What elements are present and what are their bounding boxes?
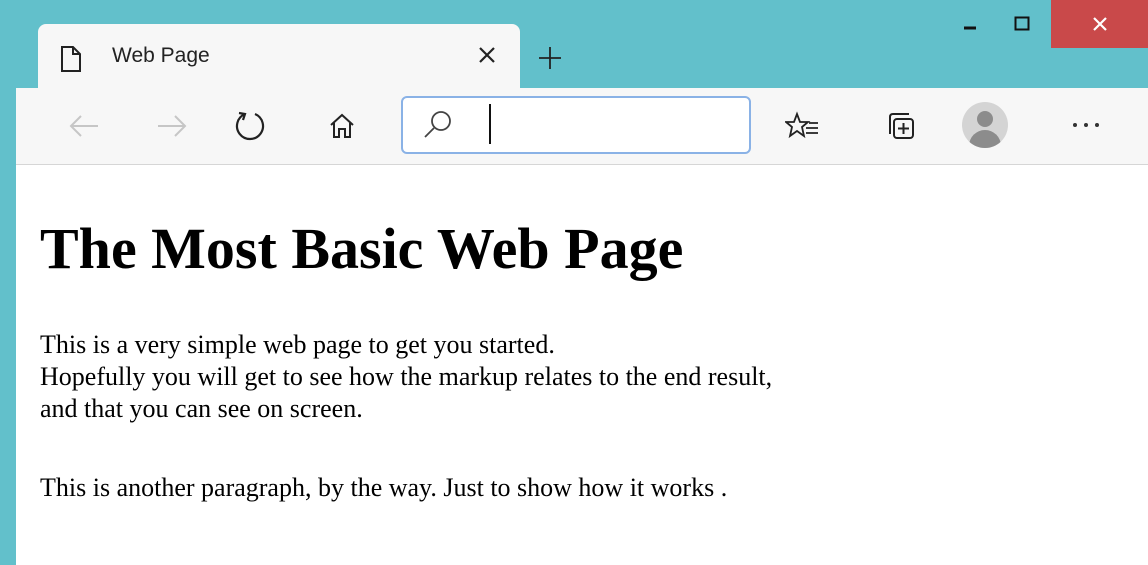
minimize-button[interactable] [952, 0, 988, 48]
avatar-icon[interactable] [962, 102, 1008, 148]
home-button[interactable] [320, 104, 364, 148]
home-icon [330, 113, 354, 138]
forward-button[interactable] [150, 104, 194, 148]
plus-icon [539, 47, 561, 69]
paragraph-2: This is another paragraph, by the way. J… [40, 473, 728, 502]
collections-button[interactable] [880, 104, 924, 148]
maximize-button[interactable] [1004, 0, 1040, 48]
collections-icon [889, 113, 914, 139]
close-window-button[interactable] [1051, 0, 1148, 48]
new-tab-button[interactable] [532, 40, 568, 76]
tab-title: Web Page [112, 44, 210, 67]
more-dot [1084, 123, 1088, 127]
avatar-shoulders [969, 130, 1001, 148]
tab-close-icon[interactable] [472, 40, 502, 70]
document-icon [60, 46, 82, 77]
search-icon [423, 109, 453, 144]
favorites-icon [785, 111, 818, 139]
browser-window: Web Page The Most Basic Web Page This is… [0, 0, 1148, 565]
address-bar[interactable] [401, 96, 751, 154]
address-input[interactable] [489, 104, 739, 144]
browser-tab[interactable]: Web Page [38, 24, 520, 88]
paragraph-1: This is a very simple web page to get yo… [40, 329, 772, 425]
more-dot [1073, 123, 1077, 127]
avatar-head [977, 111, 993, 127]
paragraph-line: Hopefully you will get to see how the ma… [40, 362, 773, 391]
arrow-right-icon [158, 115, 187, 137]
close-icon [1092, 17, 1107, 31]
minimize-icon [964, 26, 976, 30]
arrow-left-icon [69, 115, 98, 137]
back-button[interactable] [62, 104, 106, 148]
more-dot [1095, 123, 1099, 127]
refresh-button[interactable] [228, 104, 272, 148]
paragraph-line: and that you can see on screen. [40, 394, 363, 423]
page-content: The Most Basic Web Page This is a very s… [16, 165, 1148, 565]
favorites-button[interactable] [780, 104, 824, 148]
maximize-icon [1014, 16, 1030, 31]
browser-toolbar [16, 88, 1148, 165]
refresh-icon [235, 111, 265, 141]
more-icon[interactable] [1056, 102, 1116, 148]
paragraph-line: This is a very simple web page to get yo… [40, 330, 555, 359]
page-title: The Most Basic Web Page [40, 216, 684, 281]
